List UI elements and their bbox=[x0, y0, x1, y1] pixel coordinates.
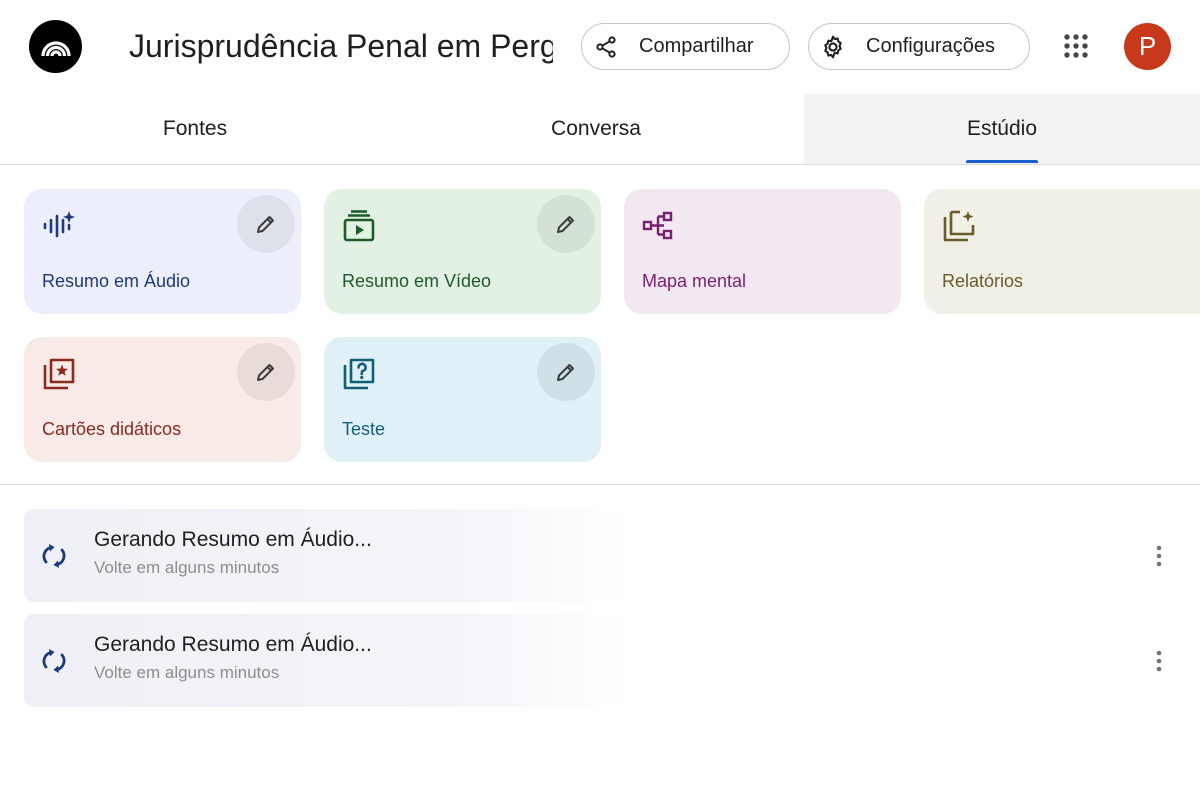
share-button-label: Compartilhar bbox=[639, 35, 754, 57]
more-options-icon[interactable] bbox=[1146, 539, 1172, 573]
tile-mind-map[interactable]: Mapa mental bbox=[624, 189, 901, 314]
generating-item-background bbox=[24, 614, 634, 707]
notebook-title[interactable]: Jurisprudência Penal em Perg bbox=[129, 24, 553, 68]
edit-button[interactable] bbox=[537, 343, 595, 401]
share-button[interactable]: Compartilhar bbox=[581, 23, 790, 70]
generating-item[interactable]: Gerando Resumo em Áudio... Volte em algu… bbox=[24, 509, 1200, 602]
gear-icon bbox=[820, 34, 846, 60]
tile-label: Cartões didáticos bbox=[42, 419, 182, 439]
tile-video-overview[interactable]: Resumo em Vídeo bbox=[324, 189, 601, 314]
sync-icon bbox=[39, 646, 69, 676]
more-options-icon[interactable] bbox=[1146, 644, 1172, 678]
settings-button-label: Configurações bbox=[866, 35, 995, 57]
edit-button[interactable] bbox=[537, 195, 595, 253]
tab-conversa[interactable]: Conversa bbox=[400, 94, 792, 164]
mind-map-icon bbox=[642, 209, 676, 243]
generating-item[interactable]: Gerando Resumo em Áudio... Volte em algu… bbox=[24, 614, 1200, 707]
app-header: Jurisprudência Penal em Perg Compartilha… bbox=[0, 0, 1200, 94]
active-tab-indicator bbox=[966, 160, 1038, 163]
generating-title: Gerando Resumo em Áudio... bbox=[94, 633, 372, 656]
pencil-icon bbox=[557, 364, 574, 381]
notebook-logo-icon[interactable] bbox=[29, 20, 82, 73]
video-play-icon bbox=[342, 209, 376, 243]
audio-waveform-icon bbox=[42, 209, 76, 243]
generating-subtitle: Volte em alguns minutos bbox=[94, 663, 280, 682]
quiz-icon bbox=[342, 357, 376, 391]
pencil-icon bbox=[257, 216, 274, 233]
tile-label: Relatórios bbox=[942, 271, 1024, 291]
tile-label: Teste bbox=[342, 419, 386, 439]
edit-button[interactable] bbox=[237, 343, 295, 401]
pencil-icon bbox=[257, 364, 274, 381]
avatar[interactable]: P bbox=[1124, 23, 1171, 70]
reports-icon bbox=[942, 209, 976, 243]
pencil-icon bbox=[557, 216, 574, 233]
settings-button[interactable]: Configurações bbox=[808, 23, 1030, 70]
tab-bar: Fontes Conversa Estúdio bbox=[0, 94, 1200, 165]
tab-estudio-label: Estúdio bbox=[966, 117, 1038, 140]
sync-icon bbox=[39, 541, 69, 571]
section-divider bbox=[0, 484, 1200, 485]
generating-item-background bbox=[24, 509, 634, 602]
tile-reports[interactable]: Relatórios bbox=[924, 189, 1200, 314]
edit-button[interactable] bbox=[237, 195, 295, 253]
generating-subtitle: Volte em alguns minutos bbox=[94, 558, 280, 577]
tile-label: Resumo em Vídeo bbox=[342, 271, 492, 291]
apps-grid-icon[interactable] bbox=[1063, 33, 1089, 59]
tile-label: Mapa mental bbox=[642, 271, 747, 291]
flashcards-icon bbox=[42, 357, 76, 391]
share-icon bbox=[593, 34, 619, 60]
tile-audio-overview[interactable]: Resumo em Áudio bbox=[24, 189, 301, 314]
tile-flashcards[interactable]: Cartões didáticos bbox=[24, 337, 301, 462]
tab-fontes[interactable]: Fontes bbox=[0, 94, 390, 164]
tile-quiz[interactable]: Teste bbox=[324, 337, 601, 462]
tab-estudio[interactable]: Estúdio bbox=[804, 94, 1200, 164]
tile-label: Resumo em Áudio bbox=[42, 271, 191, 291]
generating-title: Gerando Resumo em Áudio... bbox=[94, 528, 372, 551]
